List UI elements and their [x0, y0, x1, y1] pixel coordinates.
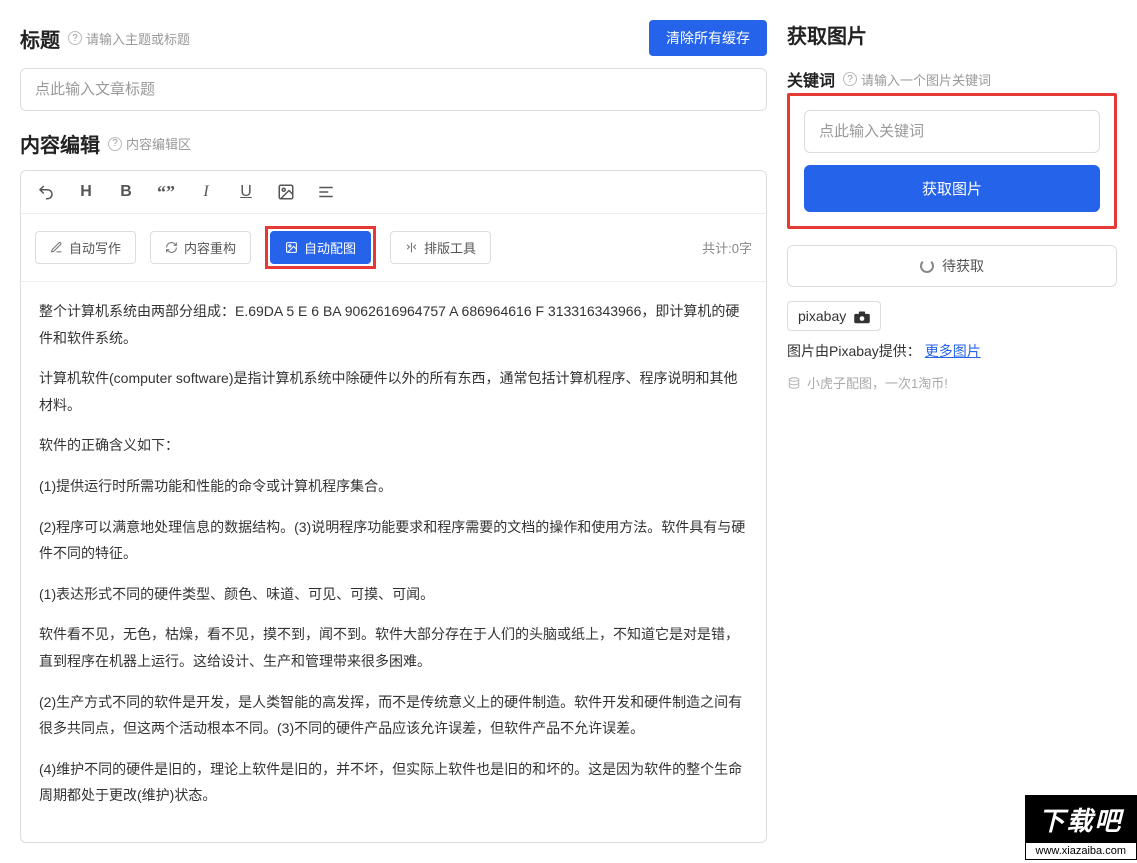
content-hint: ? 内容编辑区 — [108, 134, 191, 153]
title-label: 标题 — [20, 24, 60, 53]
content-paragraph: (2)生产方式不同的软件是开发，是人类智能的高发挥，而不是传统意义上的硬件制造。… — [39, 689, 748, 742]
camera-icon — [852, 310, 870, 322]
help-icon: ? — [843, 72, 857, 86]
pending-status: 待获取 — [787, 245, 1117, 287]
auto-write-button[interactable]: 自动写作 — [35, 231, 136, 264]
more-images-link[interactable]: 更多图片 — [925, 343, 981, 359]
keyword-hint: ? 请输入一个图片关键词 — [843, 70, 991, 89]
image-icon[interactable] — [275, 181, 297, 203]
article-title-input[interactable] — [20, 68, 767, 111]
picture-icon — [285, 241, 298, 254]
keyword-label: 关键词 — [787, 67, 835, 91]
word-counter: 共计:0字 — [702, 238, 752, 257]
format-toolbar: H B “” I U — [21, 171, 766, 214]
title-section-header: 标题 ? 请输入主题或标题 清除所有缓存 — [20, 20, 767, 56]
spinner-icon — [920, 259, 934, 273]
content-paragraph: (1)提供运行时所需功能和性能的命令或计算机程序集合。 — [39, 473, 748, 500]
sidebar-column: 获取图片 关键词 ? 请输入一个图片关键词 获取图片 待获取 pixabay 图… — [787, 20, 1117, 843]
action-toolbar: 自动写作 内容重构 自动配图 排版工具 共计:0字 — [21, 214, 766, 282]
content-paragraph: (4)维护不同的硬件是旧的，理论上软件是旧的，并不坏，但实际上软件也是旧的和坏的… — [39, 756, 748, 809]
undo-icon[interactable] — [35, 181, 57, 203]
keyword-input[interactable] — [804, 110, 1100, 153]
image-credit: 图片由Pixabay提供： 更多图片 — [787, 341, 1117, 361]
watermark-url: www.xiazaiba.com — [1025, 842, 1137, 860]
get-image-title: 获取图片 — [787, 20, 1117, 49]
underline-icon[interactable]: U — [235, 181, 257, 203]
main-column: 标题 ? 请输入主题或标题 清除所有缓存 内容编辑 ? 内容编辑区 H — [20, 20, 767, 843]
content-section-header: 内容编辑 ? 内容编辑区 — [20, 129, 767, 158]
watermark-logo: 下载吧 — [1025, 795, 1137, 842]
pencil-icon — [50, 241, 63, 254]
content-paragraph: 软件的正确含义如下： — [39, 432, 748, 459]
layout-icon — [405, 241, 418, 254]
content-label: 内容编辑 — [20, 129, 100, 158]
tip-line: 小虎子配图，一次1淘币! — [787, 373, 1117, 392]
highlight-keyword-area: 获取图片 — [787, 93, 1117, 229]
get-image-button[interactable]: 获取图片 — [804, 165, 1100, 212]
quote-icon[interactable]: “” — [155, 181, 177, 203]
restructure-button[interactable]: 内容重构 — [150, 231, 251, 264]
help-icon: ? — [108, 137, 122, 151]
content-paragraph: 计算机软件(computer software)是指计算机系统中除硬件以外的所有… — [39, 365, 748, 418]
refresh-icon — [165, 241, 178, 254]
content-paragraph: 整个计算机系统由两部分组成：E.69DA 5 E 6 BA 9062616964… — [39, 298, 748, 351]
title-hint: ? 请输入主题或标题 — [68, 29, 190, 48]
watermark: 下载吧 www.xiazaiba.com — [1025, 795, 1137, 860]
align-icon[interactable] — [315, 181, 337, 203]
content-paragraph: 软件看不见，无色，枯燥，看不见，摸不到，闻不到。软件大部分存在于人们的头脑或纸上… — [39, 621, 748, 674]
italic-icon[interactable]: I — [195, 181, 217, 203]
bold-icon[interactable]: B — [115, 181, 137, 203]
content-paragraph: (2)程序可以满意地处理信息的数据结构。(3)说明程序功能要求和程序需要的文档的… — [39, 514, 748, 567]
highlight-auto-image: 自动配图 — [265, 226, 376, 269]
coin-icon — [787, 376, 801, 390]
clear-cache-button[interactable]: 清除所有缓存 — [649, 20, 767, 56]
pixabay-badge: pixabay — [787, 301, 881, 331]
heading-icon[interactable]: H — [75, 181, 97, 203]
editor-box: H B “” I U 自动写作 内容重构 — [20, 170, 767, 843]
auto-image-button[interactable]: 自动配图 — [270, 231, 371, 264]
layout-tool-button[interactable]: 排版工具 — [390, 231, 491, 264]
editor-content[interactable]: 整个计算机系统由两部分组成：E.69DA 5 E 6 BA 9062616964… — [21, 282, 766, 842]
help-icon: ? — [68, 31, 82, 45]
content-paragraph: (1)表达形式不同的硬件类型、颜色、味道、可见、可摸、可闻。 — [39, 581, 748, 608]
